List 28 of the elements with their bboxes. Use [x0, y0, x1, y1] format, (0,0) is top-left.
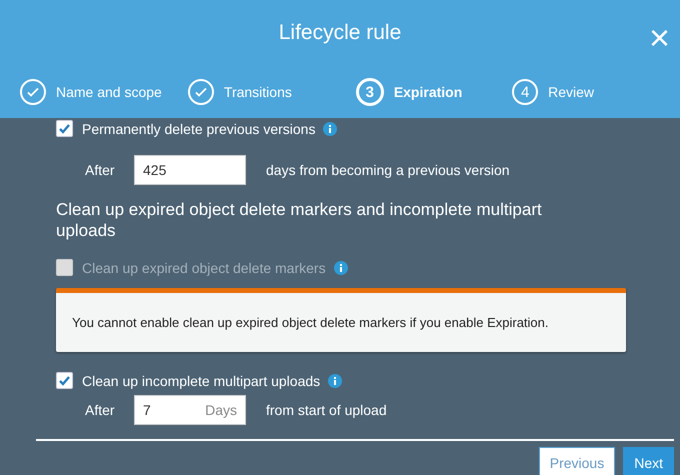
step-tab[interactable]: 4 Review — [512, 79, 680, 105]
step-tab[interactable]: 3 Expiration — [356, 78, 512, 106]
checkbox[interactable] — [56, 120, 73, 137]
step-number: 4 — [512, 79, 538, 105]
checkbox-label: Clean up expired object delete markers — [82, 260, 326, 276]
info-icon[interactable] — [323, 122, 338, 136]
warning-message: You cannot enable clean up expired object delete markers if you enable Expiration. — [56, 288, 626, 352]
info-icon[interactable] — [328, 374, 342, 388]
info-icon[interactable] — [334, 260, 348, 274]
checkbox-label: Clean up incomplete multipart uploads — [82, 372, 320, 388]
check-icon — [188, 79, 214, 105]
step-tab[interactable]: Name and scope — [20, 79, 188, 105]
days-suffix: from start of upload — [266, 402, 387, 418]
previous-button[interactable]: Previous — [538, 447, 616, 475]
step-tab[interactable]: Transitions — [188, 79, 356, 105]
next-button[interactable]: Next — [623, 447, 674, 475]
days-field[interactable]: 7 Days — [134, 395, 246, 425]
step-number: 3 — [356, 78, 384, 106]
close-button[interactable]: × — [642, 20, 676, 56]
days-suffix: days from becoming a previous version — [266, 162, 510, 178]
checkbox[interactable] — [56, 372, 73, 389]
after-label: After — [85, 402, 116, 418]
days-field[interactable]: 425 — [134, 155, 246, 185]
window-title: Lifecycle rule — [278, 21, 402, 45]
check-icon — [20, 79, 46, 105]
after-label: After — [85, 162, 116, 178]
checkbox-label: Permanently delete previous versions — [82, 120, 316, 136]
section-heading: Clean up expired object delete markers and incomplete multipart uploads — [56, 199, 543, 241]
